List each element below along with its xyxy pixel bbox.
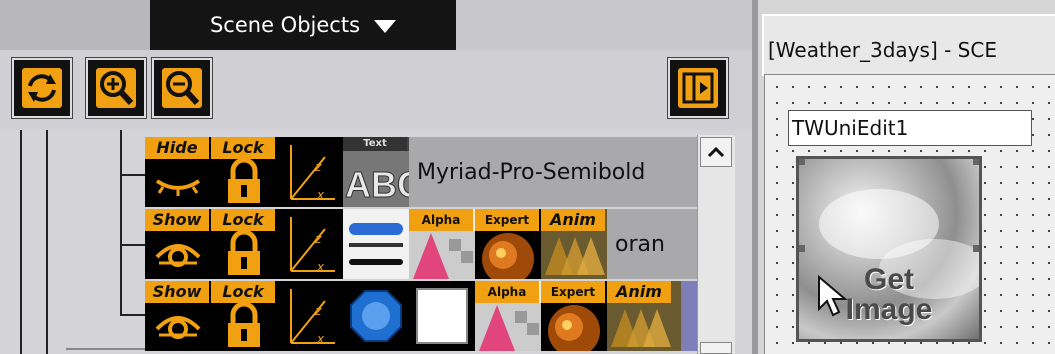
zoom-in-button[interactable] (85, 57, 147, 119)
scene-objects-panel: Scene Objects Hide Lock x z Text AB Myri… (0, 0, 752, 354)
eye-open-icon (155, 316, 201, 339)
zoom-in-icon (96, 68, 136, 108)
expert-sphere-icon (548, 305, 600, 351)
transform-button[interactable]: x z (277, 209, 343, 279)
scene-row-oran[interactable]: Show Lock x z Alpha Expert Anim oran (145, 209, 697, 279)
padlock-icon (228, 157, 260, 203)
expert-button[interactable]: Expert (541, 281, 607, 351)
animation-icon (611, 309, 671, 347)
padlock-icon (228, 301, 260, 347)
panel-toggle-icon (678, 68, 718, 108)
window-title: [Weather_3days] - SCE (768, 38, 997, 62)
resize-handle[interactable] (973, 245, 979, 252)
svg-text:x: x (316, 332, 325, 346)
designer-panel: [Weather_3days] - SCE TWUniEdit1 Get Ima… (758, 0, 1055, 354)
panel-toggle-button[interactable] (667, 57, 729, 119)
expert-sphere-icon (482, 233, 534, 279)
animation-icon (545, 237, 605, 275)
expert-button[interactable]: Expert (475, 209, 541, 279)
alpha-icon (475, 303, 541, 351)
panel-title: Scene Objects (209, 13, 361, 37)
octagon-icon (350, 290, 402, 342)
text-plugin-button[interactable]: Text ABC (343, 137, 409, 207)
tree-branch (120, 244, 146, 246)
refresh-icon (22, 68, 62, 108)
refresh-button[interactable] (11, 57, 73, 119)
visibility-toggle[interactable]: Show (145, 281, 211, 351)
scene-row-text[interactable]: Hide Lock x z Text AB Myriad-Pro-Semibol… (145, 137, 697, 207)
resize-handle[interactable] (799, 245, 805, 252)
resize-handle[interactable] (973, 159, 979, 165)
header-spacer (0, 0, 150, 50)
geometry-plugin-button[interactable] (343, 209, 409, 279)
eye-open-icon (155, 244, 201, 267)
lock-toggle[interactable]: Lock (211, 209, 277, 279)
twunieit-field[interactable]: TWUniEdit1 (788, 110, 1032, 146)
lock-toggle[interactable]: Lock (211, 137, 277, 207)
visibility-toggle[interactable]: Hide (145, 137, 211, 207)
visibility-toggle[interactable]: Show (145, 209, 211, 279)
geometry-plugin-button[interactable] (343, 281, 409, 351)
transform-button[interactable]: x z (277, 281, 343, 351)
lock-toggle[interactable]: Lock (211, 281, 277, 351)
axis-icon: x z (290, 217, 335, 274)
designer-window-titlebar[interactable]: [Weather_3days] - SCE (762, 14, 1055, 76)
tree-scrollbar[interactable] (697, 135, 735, 354)
dropdown-arrow-icon (374, 19, 397, 33)
axis-icon: x z (290, 289, 335, 346)
alpha-button[interactable]: Alpha (475, 281, 541, 351)
white-square-icon (416, 288, 468, 344)
shape-lines-icon (343, 209, 409, 279)
get-image-button[interactable]: Get Image (796, 156, 982, 342)
toolbar (0, 50, 752, 130)
scroll-up-button[interactable] (700, 137, 732, 167)
transform-button[interactable]: x z (277, 137, 343, 207)
svg-text:x: x (316, 188, 325, 202)
scene-objects-dropdown[interactable]: Scene Objects (150, 0, 456, 50)
svg-text:z: z (314, 304, 322, 318)
alpha-button[interactable]: Alpha (409, 209, 475, 279)
tree-branch (120, 314, 146, 316)
svg-text:z: z (314, 232, 322, 246)
eye-closed-icon (155, 179, 201, 196)
padlock-icon (228, 229, 260, 275)
scene-row-selected[interactable]: Show Lock x z Alpha Expert Anim (145, 281, 697, 351)
scroll-down-button[interactable] (700, 342, 732, 354)
resize-handle[interactable] (799, 159, 805, 165)
svg-text:z: z (314, 160, 322, 174)
zoom-out-icon (162, 68, 202, 108)
svg-text:ABC: ABC (345, 164, 409, 205)
axis-icon: x z (290, 145, 335, 202)
tree-line (46, 130, 48, 354)
row-label: oran (615, 231, 665, 257)
tree-branch (120, 174, 146, 176)
mouse-cursor-icon (818, 275, 848, 317)
text-abc-icon: ABC (343, 151, 409, 207)
row-label: Myriad-Pro-Semibold (417, 159, 646, 185)
animation-button[interactable]: Anim (541, 209, 607, 279)
material-button[interactable] (409, 281, 475, 351)
svg-text:x: x (316, 260, 325, 274)
chevron-up-icon (707, 146, 725, 158)
tree-line (20, 130, 22, 354)
alpha-icon (409, 231, 475, 279)
animation-button[interactable]: Anim (607, 281, 681, 351)
tree-line (120, 130, 122, 316)
zoom-out-button[interactable] (151, 57, 213, 119)
